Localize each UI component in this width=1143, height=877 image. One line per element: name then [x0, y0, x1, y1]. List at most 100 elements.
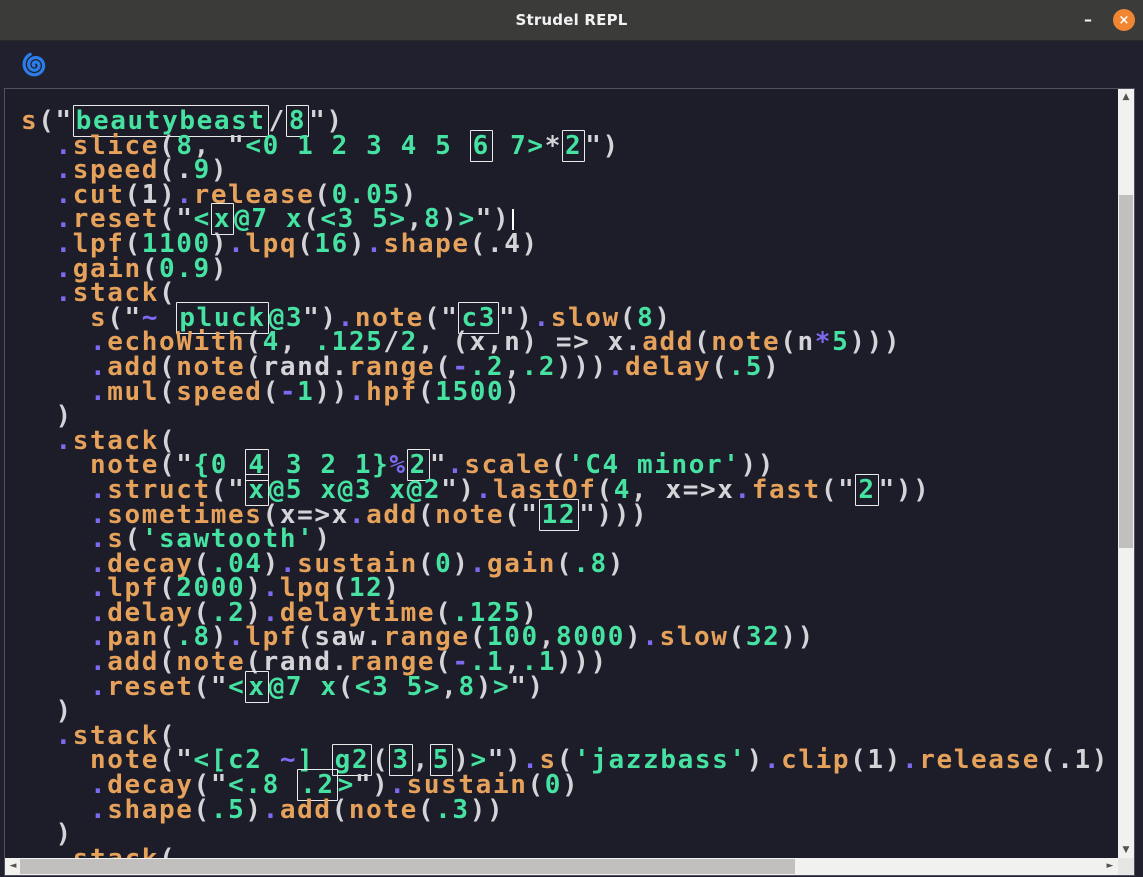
- code-token: note: [349, 795, 418, 825]
- code-token: (: [263, 377, 280, 407]
- code-token: .1: [1057, 745, 1092, 775]
- code-token: .: [56, 844, 73, 858]
- code-token: 16: [314, 229, 349, 259]
- code-token: .4: [487, 229, 522, 259]
- code-token: shape: [383, 229, 469, 259]
- horizontal-scroll-thumb[interactable]: [20, 859, 795, 874]
- code-token: .5: [211, 795, 246, 825]
- code-token: 1500: [435, 377, 504, 407]
- code-token: )): [896, 475, 931, 505]
- code-line: .reset("<x@7 x(<3 5>,8)>"): [21, 675, 1118, 700]
- code-token: .: [90, 672, 107, 702]
- code-token: hpf: [366, 377, 418, 407]
- code-token: <3 5>: [355, 672, 441, 702]
- active-event-highlight: 2: [562, 130, 585, 162]
- scroll-left-icon[interactable]: ◄: [5, 858, 21, 875]
- code-token: x=>x: [666, 475, 735, 505]
- code-token: (: [194, 672, 211, 702]
- code-token: .8: [573, 549, 608, 579]
- window-controls: – ×: [1077, 0, 1135, 40]
- window-title: Strudel REPL: [515, 11, 627, 29]
- code-token: ): [885, 745, 902, 775]
- code-token: .: [349, 500, 366, 530]
- code-line: .mul(speed(-1)).hpf(1500): [21, 380, 1118, 405]
- scroll-right-icon[interactable]: ►: [1102, 858, 1118, 875]
- code-token: (: [850, 745, 867, 775]
- code-token: -: [280, 377, 297, 407]
- code-token: (: [194, 795, 211, 825]
- code-token: ): [245, 795, 262, 825]
- code-line: .shape(.5).add(note(.3)): [21, 798, 1118, 823]
- code-token: .: [902, 745, 919, 775]
- code-token: .: [366, 229, 383, 259]
- code-token: )): [470, 795, 505, 825]
- code-token: (: [332, 795, 349, 825]
- titlebar[interactable]: Strudel REPL – ×: [0, 0, 1143, 41]
- code-token: (: [470, 229, 487, 259]
- code-token: )): [314, 377, 349, 407]
- code-token: delay: [625, 352, 711, 382]
- code-token: gain: [487, 549, 556, 579]
- code-token: s: [21, 106, 38, 136]
- code-token: <0 1 2 3 4 5: [245, 131, 469, 161]
- code-token: ": [228, 131, 245, 161]
- active-event-highlight: x: [245, 671, 268, 703]
- vertical-scroll-thumb[interactable]: [1119, 195, 1133, 548]
- app-toolbar: [0, 41, 1143, 88]
- code-token: <: [228, 672, 245, 702]
- code-token: stack: [73, 844, 159, 858]
- code-token: ): [476, 672, 493, 702]
- active-event-highlight: 2: [855, 474, 878, 506]
- code-token: .: [56, 721, 73, 751]
- code-token: .: [56, 278, 73, 308]
- scroll-down-icon[interactable]: ▼: [1118, 842, 1134, 858]
- code-token: slow: [660, 622, 729, 652]
- code-token: .: [608, 352, 625, 382]
- code-token: ): [602, 131, 619, 161]
- code-token: ": [879, 475, 896, 505]
- vertical-scrollbar[interactable]: ▲ ▼: [1118, 89, 1134, 858]
- code-token: *: [815, 327, 832, 357]
- code-token: ": [579, 500, 596, 530]
- code-token: add: [366, 500, 418, 530]
- code-token: )): [780, 622, 815, 652]
- code-token: (: [729, 622, 746, 652]
- code-token: speed: [176, 377, 262, 407]
- code-token: ): [1092, 745, 1109, 775]
- code-token: (: [711, 352, 728, 382]
- code-token: .: [642, 622, 659, 652]
- code-token: (: [159, 844, 176, 858]
- code-token: reset: [107, 672, 193, 702]
- code-token: ): [763, 352, 780, 382]
- code-token: (: [504, 500, 521, 530]
- code-editor[interactable]: s("beautybeast/8").slice(8, "<0 1 2 3 4 …: [5, 89, 1118, 858]
- strudel-spiral-logo-icon[interactable]: [20, 50, 50, 80]
- code-token: ": [510, 672, 527, 702]
- code-line: ): [21, 699, 1118, 724]
- code-token: (: [418, 795, 435, 825]
- code-token: .: [349, 377, 366, 407]
- scroll-up-icon[interactable]: ▲: [1118, 89, 1134, 105]
- code-token: (: [38, 106, 55, 136]
- active-event-highlight: 12: [539, 499, 580, 531]
- code-token: shape: [107, 795, 193, 825]
- code-token: ): [528, 672, 545, 702]
- code-token: ": [521, 500, 538, 530]
- code-token: (: [527, 770, 544, 800]
- minimize-button[interactable]: –: [1077, 0, 1099, 40]
- code-token: .: [735, 475, 752, 505]
- code-token: .: [228, 229, 245, 259]
- code-token: clip: [781, 745, 850, 775]
- code-line: .gain(0.9): [21, 257, 1118, 282]
- code-token: 8: [458, 672, 475, 702]
- code-token: ": [838, 475, 855, 505]
- code-token: ))): [556, 352, 608, 382]
- code-token: 32: [746, 622, 781, 652]
- code-token: .: [764, 745, 781, 775]
- code-token: (: [418, 377, 435, 407]
- code-token: release: [919, 745, 1040, 775]
- code-token: ): [608, 549, 625, 579]
- code-token: (: [821, 475, 838, 505]
- close-button[interactable]: ×: [1113, 9, 1135, 31]
- horizontal-scrollbar[interactable]: ◄ ►: [5, 858, 1118, 875]
